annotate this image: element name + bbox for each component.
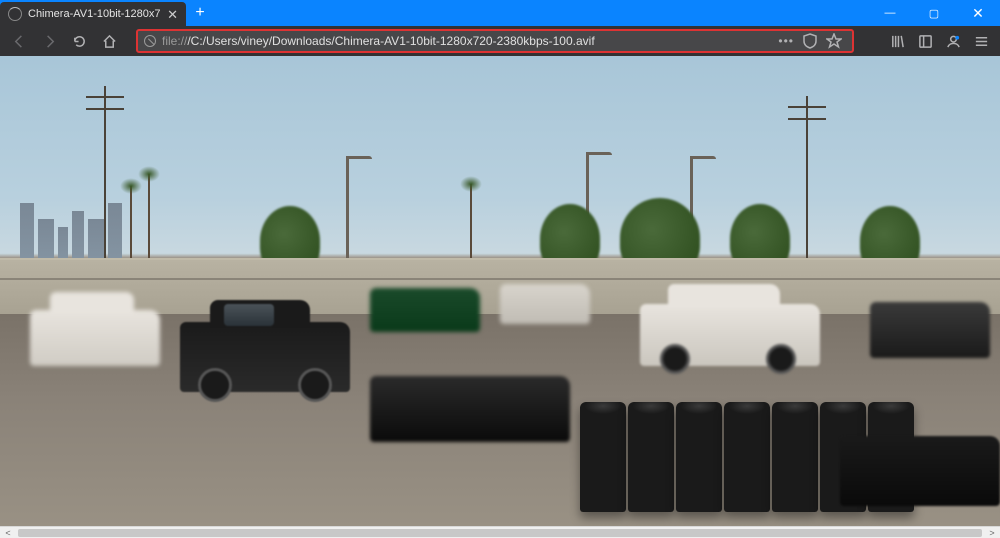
back-button[interactable]	[6, 28, 32, 54]
library-button[interactable]	[884, 28, 910, 54]
forward-button[interactable]	[36, 28, 62, 54]
browser-tab[interactable]: Chimera-AV1-10bit-1280x720-2380 ✕	[0, 2, 186, 26]
nav-toolbar: file:///C:/Users/viney/Downloads/Chimera…	[0, 26, 1000, 56]
page-actions-icon[interactable]: •••	[778, 34, 794, 48]
tab-favicon	[8, 7, 22, 21]
reload-button[interactable]	[66, 28, 92, 54]
maximize-button[interactable]: ▢	[912, 0, 956, 26]
bookmark-star-icon[interactable]	[826, 33, 842, 49]
tab-title: Chimera-AV1-10bit-1280x720-2380	[28, 8, 161, 20]
scroll-thumb[interactable]	[18, 529, 982, 537]
connection-info-icon[interactable]	[144, 35, 156, 47]
url-bar[interactable]: file:///C:/Users/viney/Downloads/Chimera…	[136, 29, 854, 53]
scroll-left-button[interactable]: <	[2, 528, 14, 538]
window-controls: — ▢ ✕	[868, 0, 1000, 26]
tracking-protection-icon[interactable]	[802, 33, 818, 49]
minimize-button[interactable]: —	[868, 0, 912, 26]
toolbar-right-group	[884, 28, 994, 54]
urlbar-right-controls: •••	[778, 33, 846, 49]
url-text: file:///C:/Users/viney/Downloads/Chimera…	[162, 34, 772, 48]
close-tab-icon[interactable]: ✕	[167, 8, 178, 21]
displayed-image	[0, 56, 1000, 526]
scroll-right-button[interactable]: >	[986, 528, 998, 538]
home-button[interactable]	[96, 28, 122, 54]
title-bar: Chimera-AV1-10bit-1280x720-2380 ✕ + — ▢ …	[0, 0, 1000, 26]
sidebar-button[interactable]	[912, 28, 938, 54]
content-viewport	[0, 56, 1000, 526]
new-tab-button[interactable]: +	[186, 0, 214, 26]
titlebar-drag-region[interactable]	[214, 0, 868, 26]
horizontal-scrollbar[interactable]: < >	[0, 526, 1000, 538]
app-menu-button[interactable]	[968, 28, 994, 54]
window-close-button[interactable]: ✕	[956, 0, 1000, 26]
account-button[interactable]	[940, 28, 966, 54]
